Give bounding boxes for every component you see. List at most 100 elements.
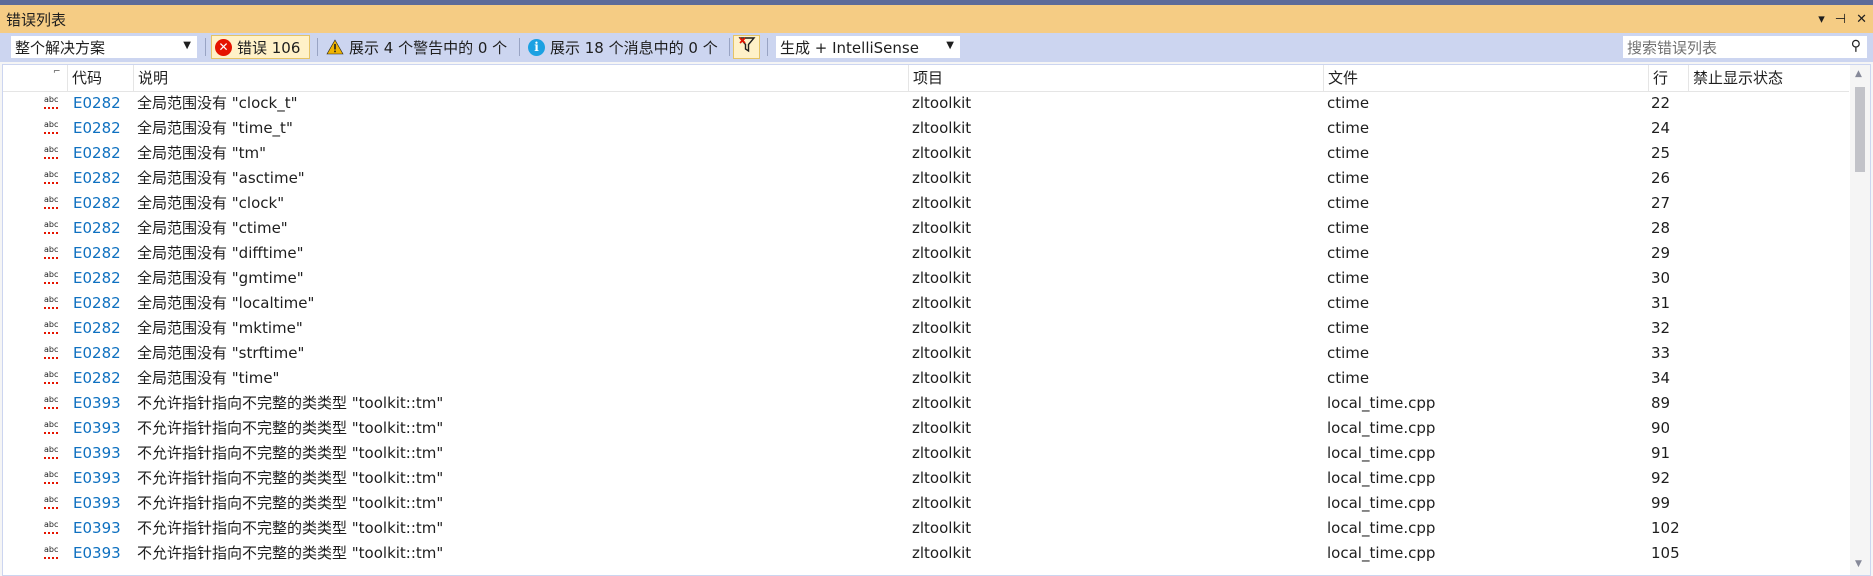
warnings-filter-button[interactable]: 展示 4 个警告中的 0 个: [324, 35, 514, 59]
build-source-value: 生成 + IntelliSense: [780, 38, 919, 57]
toolbar-separator: [729, 38, 730, 56]
error-line: 33: [1651, 344, 1671, 362]
error-file: local_time.cpp: [1327, 494, 1436, 512]
build-source-dropdown[interactable]: 生成 + IntelliSense ▼: [775, 35, 961, 59]
error-project: zltoolkit: [912, 144, 972, 162]
error-code-link[interactable]: E0282: [73, 366, 121, 391]
error-code-link[interactable]: E0282: [73, 141, 121, 166]
error-description: 不允许指针指向不完整的类类型 "toolkit::tm": [137, 394, 444, 412]
table-row[interactable]: abc E0282 全局范围没有 "gmtime" zltoolkit ctime 30: [3, 266, 1849, 291]
error-description: 全局范围没有 "mktime": [137, 319, 303, 337]
table-row[interactable]: abc E0282 全局范围没有 "strftime" zltoolkit ctime 3…: [3, 341, 1849, 366]
error-file: local_time.cpp: [1327, 394, 1436, 412]
error-project: zltoolkit: [912, 369, 972, 387]
window-position-dropdown-icon[interactable]: ▾: [1818, 12, 1825, 27]
table-row[interactable]: abc E0282 全局范围没有 "time_t" zltoolkit ctime 24: [3, 116, 1849, 141]
error-code-link[interactable]: E0282: [73, 316, 121, 341]
table-row[interactable]: abc E0393 不允许指针指向不完整的类类型 "toolkit::tm" zlto…: [3, 541, 1849, 566]
error-line: 90: [1651, 419, 1671, 437]
error-description: 不允许指针指向不完整的类类型 "toolkit::tm": [137, 469, 444, 487]
spell-check-icon: abc: [44, 420, 58, 434]
error-description: 不允许指针指向不完整的类类型 "toolkit::tm": [137, 544, 444, 562]
scope-value: 整个解决方案: [15, 38, 106, 57]
error-code-link[interactable]: E0393: [73, 491, 121, 516]
scroll-down-icon[interactable]: ▼: [1855, 559, 1862, 569]
table-row[interactable]: abc E0393 不允许指针指向不完整的类类型 "toolkit::tm" zlto…: [3, 391, 1849, 416]
column-header-code[interactable]: 代码: [67, 65, 133, 91]
error-line: 28: [1651, 219, 1671, 237]
table-row[interactable]: abc E0282 全局范围没有 "difftime" zltoolkit ctime 2…: [3, 241, 1849, 266]
error-code-link[interactable]: E0393: [73, 516, 121, 541]
error-code-link[interactable]: E0282: [73, 341, 121, 366]
spell-check-icon: abc: [44, 345, 58, 359]
search-input[interactable]: 搜索错误列表 ⚲: [1622, 35, 1868, 59]
warnings-count-label: 展示 4 个警告中的 0 个: [349, 38, 508, 57]
close-icon[interactable]: ✕: [1856, 12, 1867, 27]
table-row[interactable]: abc E0282 全局范围没有 "ctime" zltoolkit ctime 28: [3, 216, 1849, 241]
scrollbar-thumb[interactable]: [1855, 87, 1865, 172]
table-row[interactable]: abc E0282 全局范围没有 "asctime" zltoolkit ctime 26: [3, 166, 1849, 191]
error-code-link[interactable]: E0282: [73, 266, 121, 291]
error-project: zltoolkit: [912, 119, 972, 137]
table-row[interactable]: abc E0282 全局范围没有 "tm" zltoolkit ctime 25: [3, 141, 1849, 166]
table-row[interactable]: abc E0282 全局范围没有 "time" zltoolkit ctime 34: [3, 366, 1849, 391]
error-line: 92: [1651, 469, 1671, 487]
spell-check-icon: abc: [44, 445, 58, 459]
error-code-link[interactable]: E0393: [73, 416, 121, 441]
search-placeholder: 搜索错误列表: [1627, 38, 1718, 57]
error-file: ctime: [1327, 119, 1370, 137]
table-row[interactable]: abc E0393 不允许指针指向不完整的类类型 "toolkit::tm" zlto…: [3, 491, 1849, 516]
error-code-link[interactable]: E0282: [73, 191, 121, 216]
error-description: 不允许指针指向不完整的类类型 "toolkit::tm": [137, 494, 444, 512]
error-code-link[interactable]: E0282: [73, 116, 121, 141]
column-header-file[interactable]: 文件: [1323, 65, 1648, 91]
error-description: 全局范围没有 "localtime": [137, 294, 315, 312]
table-row[interactable]: abc E0282 全局范围没有 "mktime" zltoolkit ctime 32: [3, 316, 1849, 341]
table-row[interactable]: abc E0393 不允许指针指向不完整的类类型 "toolkit::tm" zlto…: [3, 416, 1849, 441]
scope-dropdown[interactable]: 整个解决方案 ▼: [10, 35, 198, 59]
error-code-link[interactable]: E0393: [73, 391, 121, 416]
error-line: 25: [1651, 144, 1671, 162]
toolbar-separator: [767, 38, 768, 56]
vertical-scrollbar[interactable]: ▲ ▼: [1850, 65, 1870, 575]
error-code-link[interactable]: E0282: [73, 241, 121, 266]
error-code-link[interactable]: E0282: [73, 91, 121, 116]
table-row[interactable]: abc E0393 不允许指针指向不完整的类类型 "toolkit::tm" zlto…: [3, 466, 1849, 491]
error-file: local_time.cpp: [1327, 419, 1436, 437]
table-row[interactable]: abc E0282 全局范围没有 "clock_t" zltoolkit ctime 22: [3, 91, 1849, 116]
error-code-link[interactable]: E0282: [73, 216, 121, 241]
column-header-line[interactable]: 行: [1648, 65, 1688, 91]
pin-icon[interactable]: ⊣: [1835, 12, 1846, 27]
error-description: 全局范围没有 "tm": [137, 144, 267, 162]
column-header-project[interactable]: 项目: [908, 65, 1323, 91]
error-file: local_time.cpp: [1327, 469, 1436, 487]
scroll-up-icon[interactable]: ▲: [1855, 69, 1862, 79]
error-code-link[interactable]: E0393: [73, 441, 121, 466]
spell-check-icon: abc: [44, 520, 58, 534]
filter-toggle-button[interactable]: [733, 35, 760, 59]
error-code-link[interactable]: E0282: [73, 166, 121, 191]
column-header-description[interactable]: 说明: [133, 65, 908, 91]
table-row[interactable]: abc E0282 全局范围没有 "clock" zltoolkit ctime 27: [3, 191, 1849, 216]
messages-filter-button[interactable]: i 展示 18 个消息中的 0 个: [526, 35, 726, 59]
error-line: 24: [1651, 119, 1671, 137]
error-code-link[interactable]: E0393: [73, 466, 121, 491]
error-file: ctime: [1327, 344, 1370, 362]
spell-check-icon: abc: [44, 245, 58, 259]
table-row[interactable]: abc E0282 全局范围没有 "localtime" zltoolkit ctime…: [3, 291, 1849, 316]
error-project: zltoolkit: [912, 294, 972, 312]
search-icon[interactable]: ⚲: [1851, 38, 1861, 54]
error-description: 全局范围没有 "time": [137, 369, 280, 387]
messages-count-label: 展示 18 个消息中的 0 个: [550, 38, 718, 57]
table-row[interactable]: abc E0393 不允许指针指向不完整的类类型 "toolkit::tm" zlto…: [3, 516, 1849, 541]
table-row[interactable]: abc E0393 不允许指针指向不完整的类类型 "toolkit::tm" zlto…: [3, 441, 1849, 466]
spell-check-icon: abc: [44, 220, 58, 234]
error-code-link[interactable]: E0393: [73, 541, 121, 566]
errors-filter-button[interactable]: ✕ 错误 106: [211, 35, 310, 59]
spell-check-icon: abc: [44, 95, 58, 109]
spell-check-icon: abc: [44, 170, 58, 184]
tool-window-title-bar[interactable]: 错误列表 ▾ ⊣ ✕: [0, 5, 1873, 33]
column-header-suppression[interactable]: 禁止显示状态: [1688, 65, 1845, 91]
error-code-link[interactable]: E0282: [73, 291, 121, 316]
column-header-row: ⌐ 代码 说明 项目 文件 行 禁止显示状态: [3, 65, 1849, 92]
